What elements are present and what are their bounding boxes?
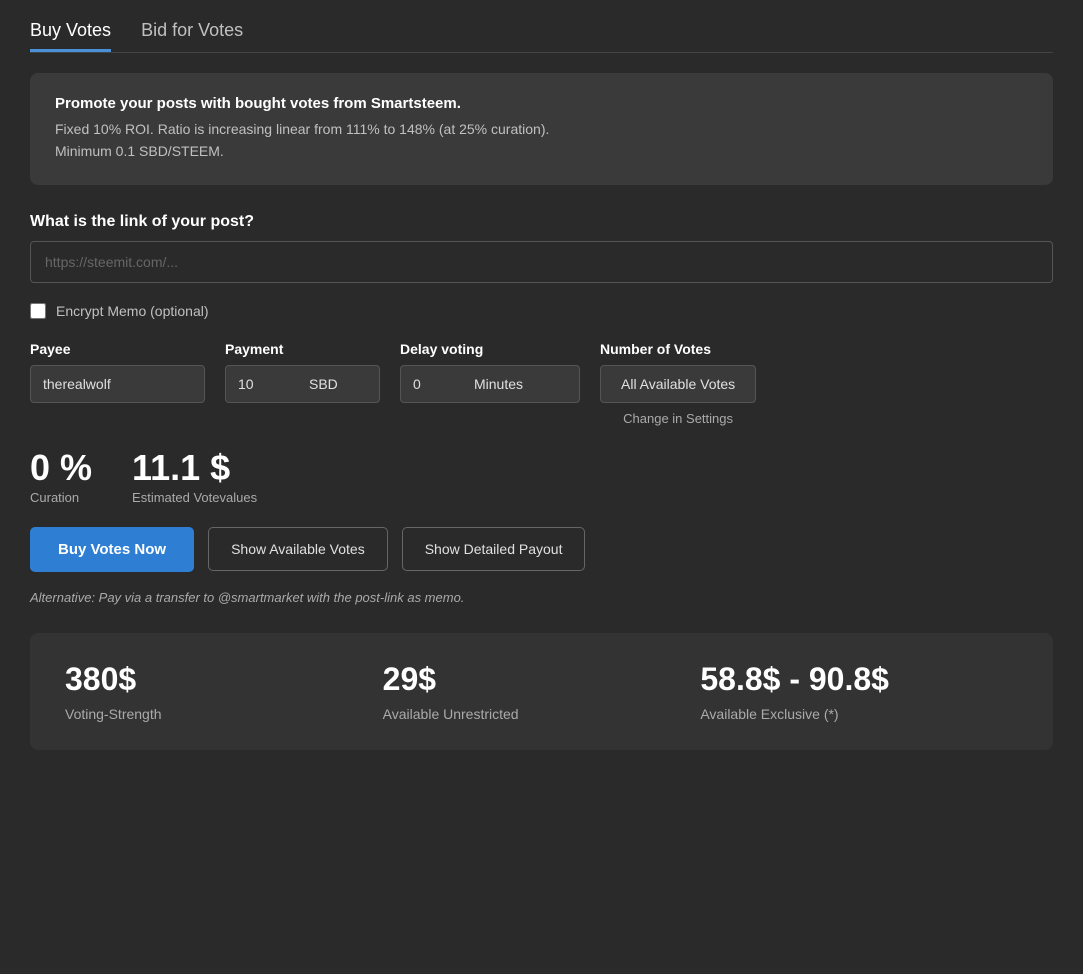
number-of-votes-label: Number of Votes [600,341,756,357]
encrypt-memo-label: Encrypt Memo (optional) [56,303,209,319]
alternative-text: Alternative: Pay via a transfer to @smar… [30,590,1053,605]
stats-row: 0 % Curation 11.1 $ Estimated Votevalues [30,450,1053,505]
page-wrapper: Buy Votes Bid for Votes Promote your pos… [0,0,1083,770]
estimated-votevalues-stat: 11.1 $ Estimated Votevalues [132,450,257,505]
delay-voting-group: Delay voting Minutes Hours [400,341,580,403]
info-line2: Minimum 0.1 SBD/STEEM. [55,143,224,159]
bottom-panel: 380$ Voting-Strength 29$ Available Unres… [30,633,1053,750]
number-of-votes-group: Number of Votes All Available Votes Chan… [600,341,756,426]
available-exclusive-label: Available Exclusive (*) [700,706,1018,722]
post-link-input[interactable] [30,241,1053,283]
post-link-section: What is the link of your post? [30,213,1053,283]
tab-buy-votes[interactable]: Buy Votes [30,20,111,52]
payment-label: Payment [225,341,380,357]
tab-divider [30,52,1053,53]
info-line1: Fixed 10% ROI. Ratio is increasing linea… [55,121,549,137]
estimated-votevalues-label: Estimated Votevalues [132,490,257,505]
change-in-settings-link[interactable]: Change in Settings [600,411,756,426]
fields-row: Payee Payment SBD STEEM Delay voting Min… [30,341,1053,426]
delay-inner: Minutes Hours [400,365,580,403]
available-exclusive-stat: 58.8$ - 90.8$ Available Exclusive (*) [700,661,1018,722]
buy-votes-now-button[interactable]: Buy Votes Now [30,527,194,572]
payee-input[interactable] [30,365,205,403]
payment-inner: SBD STEEM [225,365,380,403]
curation-label: Curation [30,490,92,505]
delay-amount-input[interactable] [400,365,470,403]
tabs-container: Buy Votes Bid for Votes [30,20,1053,52]
delay-voting-label: Delay voting [400,341,580,357]
curation-value: 0 % [30,450,92,486]
payment-amount-input[interactable] [225,365,305,403]
available-unrestricted-value: 29$ [383,661,701,698]
voting-strength-label: Voting-Strength [65,706,383,722]
payee-group: Payee [30,341,205,403]
payment-group: Payment SBD STEEM [225,341,380,403]
available-unrestricted-stat: 29$ Available Unrestricted [383,661,701,722]
info-box-desc: Fixed 10% ROI. Ratio is increasing linea… [55,118,1028,163]
available-unrestricted-label: Available Unrestricted [383,706,701,722]
estimated-votevalues-value: 11.1 $ [132,450,257,486]
show-detailed-payout-button[interactable]: Show Detailed Payout [402,527,586,571]
curation-stat: 0 % Curation [30,450,92,505]
payee-label: Payee [30,341,205,357]
post-link-label: What is the link of your post? [30,213,1053,231]
info-box: Promote your posts with bought votes fro… [30,73,1053,185]
encrypt-memo-row: Encrypt Memo (optional) [30,303,1053,319]
info-box-title: Promote your posts with bought votes fro… [55,95,1028,112]
show-available-votes-button[interactable]: Show Available Votes [208,527,388,571]
all-votes-button[interactable]: All Available Votes [600,365,756,403]
available-exclusive-value: 58.8$ - 90.8$ [700,661,1018,698]
payment-currency-select[interactable]: SBD STEEM [305,365,380,403]
tab-bid-for-votes[interactable]: Bid for Votes [141,20,243,52]
action-buttons: Buy Votes Now Show Available Votes Show … [30,527,1053,572]
delay-unit-select[interactable]: Minutes Hours [470,365,580,403]
voting-strength-stat: 380$ Voting-Strength [65,661,383,722]
encrypt-memo-checkbox[interactable] [30,303,46,319]
voting-strength-value: 380$ [65,661,383,698]
